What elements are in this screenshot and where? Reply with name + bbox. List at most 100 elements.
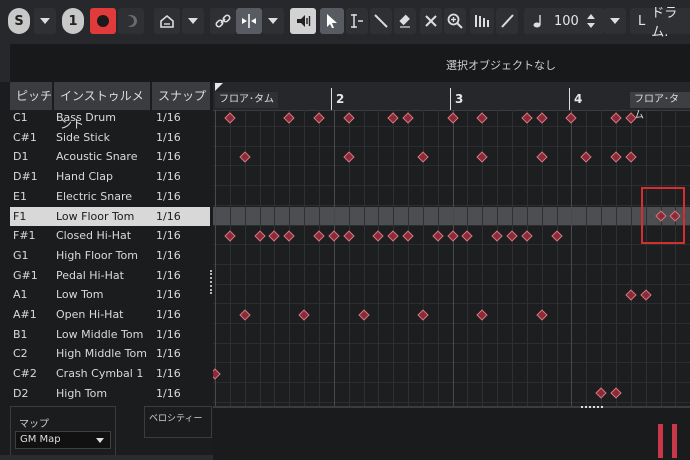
speaker-icon [297,15,311,27]
instrument-name: High Middle Tom [56,347,147,361]
instrument-row[interactable]: D2 High Tom 1/16 [10,384,210,403]
instrument-name: Pedal Hi-Hat [56,268,124,282]
velocity-lane-header[interactable]: ベロシティー [144,406,212,438]
mute-tool-button[interactable] [420,8,442,34]
velocity-bar[interactable] [672,424,677,458]
grid-row[interactable] [213,206,690,226]
grid-row[interactable] [213,128,690,147]
instrument-row[interactable]: C#1 Side Stick 1/16 [10,128,210,147]
instrument-snap: 1/16 [156,347,181,361]
instrument-snap: 1/16 [156,308,181,321]
instrument-row[interactable]: F1 Low Floor Tom 1/16 [10,206,210,226]
grid-row[interactable] [213,285,690,305]
record-button[interactable] [90,8,116,34]
column-header-instrument[interactable]: インストゥルメント [54,82,150,131]
grid-line [675,110,677,410]
link-button[interactable] [210,8,236,34]
grid-line [437,110,439,410]
grid-row[interactable] [213,187,690,206]
grid-line [289,110,291,410]
grid-row[interactable] [213,344,690,364]
instrument-row[interactable]: A1 Low Tom 1/16 [10,285,210,304]
chevron-down-icon [188,18,198,24]
grid-row[interactable] [213,167,690,187]
instrument-row[interactable]: A#1 Open Hi-Hat 1/16 [10,305,210,324]
instrument-row[interactable]: F#1 Closed Hi-Hat 1/16 [10,226,210,245]
zoom-tool-button[interactable] [444,8,466,34]
velocity-dropdown-button[interactable] [604,8,626,34]
instrument-pitch: A#1 [13,308,37,321]
grid-line [645,110,647,410]
grid-line [526,110,528,410]
snap-button[interactable] [236,8,262,34]
grid-line [660,110,662,410]
instrument-row[interactable]: D#1 Hand Clap 1/16 [10,167,210,186]
velocity-lane-label: ベロシティー [149,414,203,424]
ruler[interactable]: フロア･タム フロア･タム 2 3 4 [213,82,690,121]
grid-line [393,110,395,410]
drumstick-tool-button[interactable] [496,8,518,34]
grid-row[interactable] [213,364,690,384]
instrument-name: Hand Clap [56,170,113,184]
range-tool-button[interactable] [346,8,368,34]
instrument-snap: 1/16 [156,268,181,282]
instrument-name: Side Stick [56,130,111,144]
grid-row[interactable] [213,266,690,285]
map-panel: マップ GM Map [10,406,116,460]
spinner-icon [586,14,595,28]
instrument-row[interactable]: B1 Low Middle Tom 1/16 [10,325,210,344]
chevron-down-icon [40,18,50,24]
line-tool-button[interactable] [470,8,494,34]
velocity-handle[interactable] [581,406,603,410]
snap-dropdown-button[interactable] [262,8,284,34]
grid-line [467,110,469,410]
instrument-row[interactable]: G1 High Floor Tom 1/16 [10,246,210,265]
drum-map-selector[interactable]: L ドラム. [630,6,690,40]
grid-line [363,110,365,410]
step-input-button[interactable] [118,8,144,34]
grid-line [512,110,513,410]
grid-row[interactable] [213,305,690,324]
instrument-row[interactable]: C#2 Crash Cymbal 1 1/16 [10,364,210,383]
range-tool-icon [351,14,363,28]
map-select-value: GM Map [20,434,61,445]
solo-dropdown-button[interactable] [34,8,56,34]
column-header-pitch-label: ピッチ [16,89,53,103]
note-velocity-icon [533,15,541,28]
instrument-pitch: C1 [13,111,28,124]
acoustic-feedback-button[interactable] [290,8,316,34]
velocity-bar[interactable] [658,424,663,458]
map-select[interactable]: GM Map [15,431,111,449]
instrument-snap: 1/16 [156,170,181,184]
select-tool-button[interactable] [320,8,344,34]
erase-tool-button[interactable] [394,8,416,34]
grid-line [229,110,231,410]
autoscroll-button[interactable] [154,8,180,34]
velocity-lane[interactable] [213,406,690,460]
instrument-row[interactable]: E1 Electric Snare 1/16 [10,187,210,206]
velocity-field[interactable]: 100 [524,8,604,34]
instrument-row[interactable]: G#1 Pedal Hi-Hat 1/16 [10,266,210,285]
grid-row[interactable] [213,325,690,344]
solo-label: S [14,13,24,29]
instrument-pitch: D1 [13,150,29,164]
cycle-start-marker-icon [215,83,223,91]
column-header-pitch[interactable]: ピッチ [10,82,52,110]
chevron-down-icon [96,438,104,443]
autoscroll-dropdown-button[interactable] [182,8,204,34]
toolbar: S 1 100 L ドラム. [0,0,690,45]
solo-button[interactable]: S [8,8,30,34]
one-button[interactable]: 1 [62,8,84,34]
instrument-row[interactable]: C2 High Middle Tom 1/16 [10,344,210,363]
zoom-icon [447,13,463,29]
draw-tool-button[interactable] [370,8,392,34]
instrument-snap: 1/16 [156,150,181,164]
grid-row[interactable] [213,246,690,265]
instrument-row[interactable]: C1 Bass Drum 1/16 [10,108,210,127]
note-grid[interactable]: フロア･タム フロア･タム 2 3 4 [213,82,690,460]
instrument-row[interactable]: D1 Acoustic Snare 1/16 [10,147,210,166]
grid-line [259,110,261,410]
column-header-snap[interactable]: スナップ [152,82,210,110]
grid-line [556,110,558,410]
info-line: 選択オブジェクトなし [10,44,690,82]
